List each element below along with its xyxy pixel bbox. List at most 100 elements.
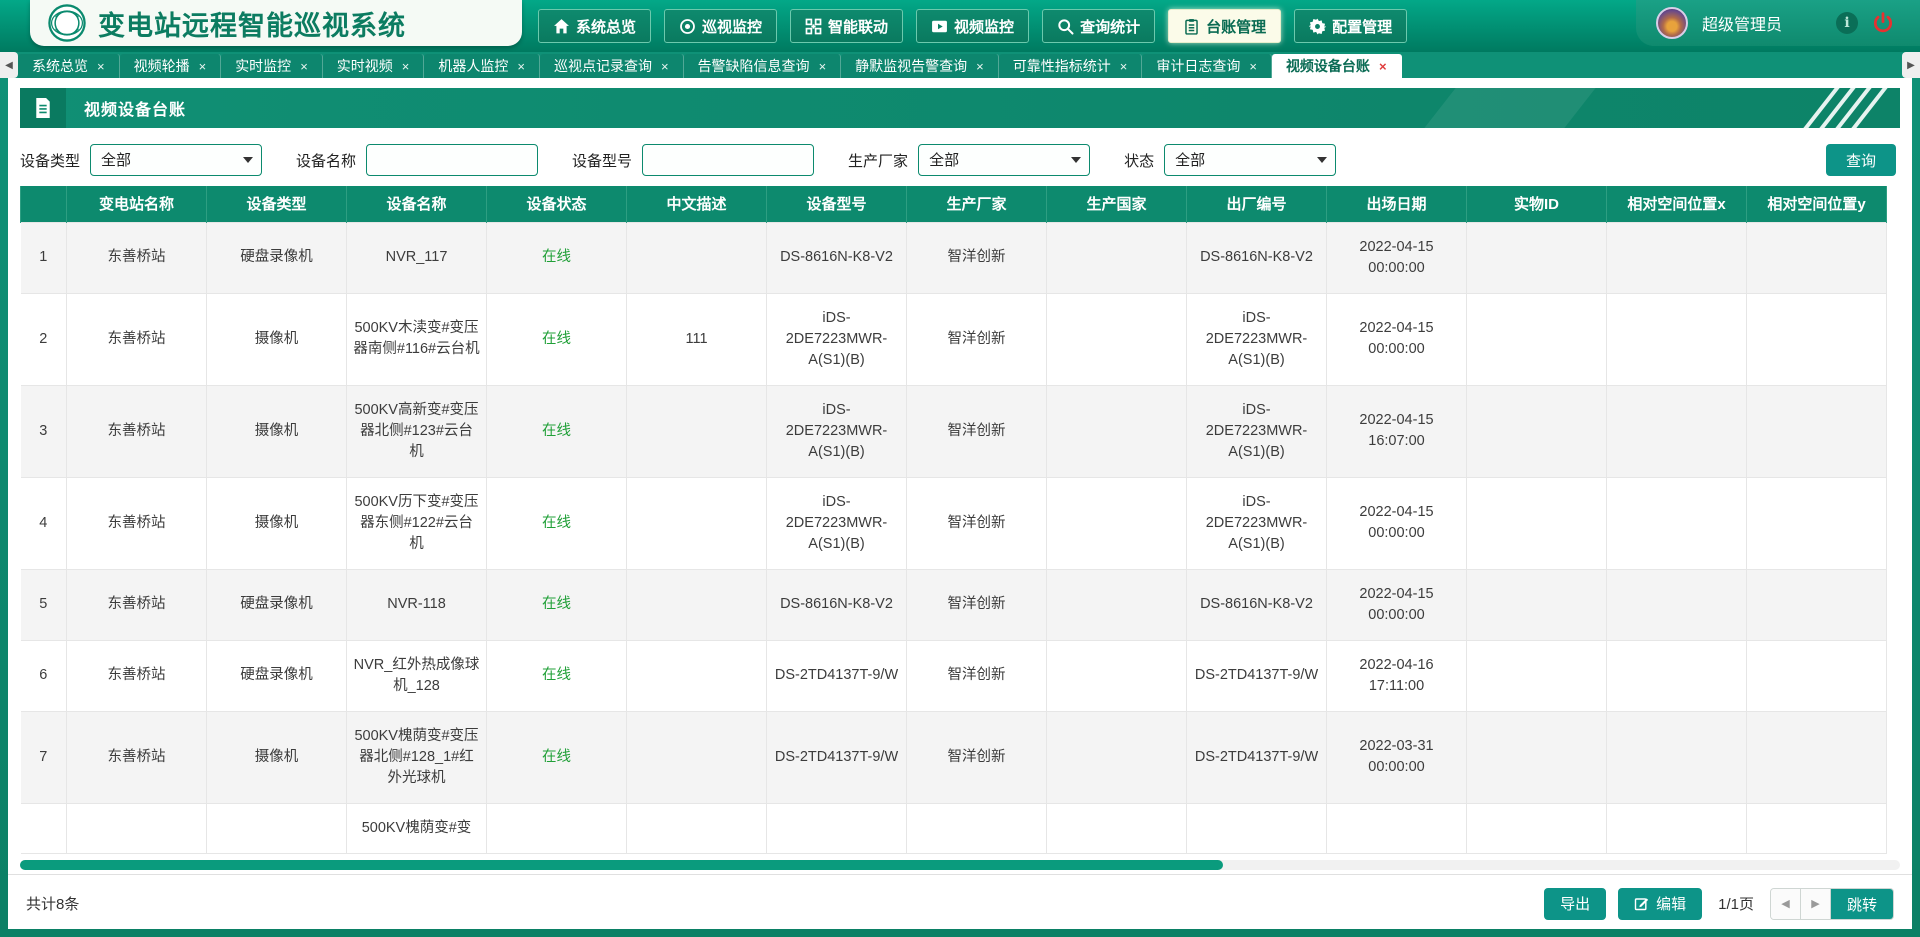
table-cell: 东善桥站	[67, 477, 207, 569]
tab-close-icon[interactable]: ×	[819, 60, 827, 73]
status-label: 状态	[1124, 150, 1154, 171]
table-cell	[627, 222, 767, 293]
table-cell: 在线	[487, 222, 627, 293]
tab-label: 实时监控	[235, 56, 291, 76]
tab-close-icon[interactable]: ×	[661, 60, 669, 73]
pager: ◀ ▶ 跳转	[1770, 888, 1894, 920]
table-cell: 500KV槐荫变#变	[347, 803, 487, 853]
table-cell	[1047, 569, 1187, 640]
column-header: 出厂编号	[1187, 186, 1327, 222]
table-cell: iDS-2DE7223MWR-A(S1)(B)	[767, 477, 907, 569]
table-cell: iDS-2DE7223MWR-A(S1)(B)	[767, 385, 907, 477]
tab-video-carousel[interactable]: 视频轮播×	[120, 54, 222, 78]
tab-close-icon[interactable]: ×	[97, 60, 105, 73]
table-row[interactable]: 3东善桥站摄像机500KV高新变#变压器北侧#123#云台机在线iDS-2DE7…	[21, 385, 1887, 477]
table-cell: 在线	[487, 293, 627, 385]
nav-system-overview[interactable]: 系统总览	[538, 9, 651, 43]
tab-robot-monitor[interactable]: 机器人监控 ×	[424, 54, 540, 78]
table-row[interactable]: 5东善桥站硬盘录像机NVR-118在线DS-8616N-K8-V2智洋创新DS-…	[21, 569, 1887, 640]
device-table: 变电站名称设备类型设备名称设备状态中文描述设备型号生产厂家生产国家出厂编号出场日…	[20, 186, 1887, 854]
jump-button[interactable]: 跳转	[1831, 889, 1893, 920]
info-icon[interactable]: i	[1836, 12, 1858, 34]
tab-label: 视频设备台账	[1286, 56, 1370, 76]
tab-alarm-defect-info[interactable]: 告警缺陷信息查询×	[684, 54, 842, 78]
table-cell: 硬盘录像机	[207, 640, 347, 711]
tab-close-icon[interactable]: ×	[976, 60, 984, 73]
horizontal-scrollbar	[20, 860, 1900, 870]
tab-close-icon[interactable]: ×	[1249, 60, 1257, 73]
tab-close-icon[interactable]: ×	[517, 60, 525, 73]
device-type-select[interactable]: 全部	[90, 144, 262, 176]
table-row[interactable]: 4东善桥站摄像机500KV历下变#变压器东侧#122#云台机在线iDS-2DE7…	[21, 477, 1887, 569]
nav-smart-linkage[interactable]: 智能联动	[790, 9, 903, 43]
device-type-label: 设备类型	[20, 150, 80, 171]
tab-scroll-right-icon[interactable]: ▶	[1902, 52, 1920, 78]
edit-button[interactable]: 编辑	[1618, 888, 1702, 920]
column-header: 中文描述	[627, 186, 767, 222]
export-button[interactable]: 导出	[1544, 888, 1606, 920]
tab-reliability-stats[interactable]: 可靠性指标统计 ×	[999, 54, 1143, 78]
table-cell	[627, 711, 767, 803]
video-icon	[931, 18, 948, 35]
next-page-icon[interactable]: ▶	[1801, 889, 1831, 919]
table-cell: DS-8616N-K8-V2	[1187, 222, 1327, 293]
tab-close-icon[interactable]: ×	[402, 60, 410, 73]
table-cell: 在线	[487, 711, 627, 803]
tab-label: 可靠性指标统计	[1013, 56, 1111, 76]
table-cell: 2022-04-16 17:11:00	[1327, 640, 1467, 711]
horizontal-scrollbar-thumb[interactable]	[20, 860, 1223, 870]
table-row[interactable]: 2东善桥站摄像机500KV木渎变#变压器南侧#116#云台机在线111iDS-2…	[21, 293, 1887, 385]
tab-inspection-point-records[interactable]: 巡视点记录查询×	[540, 54, 684, 78]
table-cell: 在线	[487, 569, 627, 640]
nav-query-statistics[interactable]: 查询统计	[1042, 9, 1155, 43]
table-cell: 4	[21, 477, 67, 569]
table-row[interactable]: 7东善桥站摄像机500KV槐荫变#变压器北侧#128_1#红外光球机在线DS-2…	[21, 711, 1887, 803]
nav-video-monitor[interactable]: 视频监控	[916, 9, 1029, 43]
device-table-viewport: 变电站名称设备类型设备名称设备状态中文描述设备型号生产厂家生产国家出厂编号出场日…	[20, 186, 1900, 858]
tab-video-device-ledger[interactable]: 视频设备台账 ×	[1272, 54, 1402, 78]
nav-inspection-monitor[interactable]: 巡视监控	[664, 9, 777, 43]
tab-close-icon[interactable]: ×	[1120, 60, 1128, 73]
table-cell: iDS-2DE7223MWR-A(S1)(B)	[767, 293, 907, 385]
tab-realtime-video[interactable]: 实时视频×	[323, 54, 425, 78]
nav-label: 配置管理	[1332, 16, 1392, 37]
page-title-bar: 视频设备台账	[20, 88, 1900, 128]
table-row[interactable]: 6东善桥站硬盘录像机NVR_红外热成像球机_128在线DS-2TD4137T-9…	[21, 640, 1887, 711]
table-cell	[1747, 385, 1887, 477]
table-cell	[1047, 222, 1187, 293]
tab-system-overview[interactable]: 系统总览×	[18, 54, 120, 78]
device-name-input[interactable]	[366, 144, 538, 176]
table-cell: 6	[21, 640, 67, 711]
table-cell	[907, 803, 1047, 853]
nav-label: 系统总览	[576, 16, 636, 37]
table-cell	[1607, 293, 1747, 385]
column-header: 设备型号	[767, 186, 907, 222]
query-button[interactable]: 查询	[1826, 144, 1896, 176]
tab-label: 机器人监控	[438, 56, 508, 76]
tab-realtime-monitor[interactable]: 实时监控 ×	[221, 54, 323, 78]
tab-audit-log[interactable]: 审计日志查询×	[1142, 54, 1272, 78]
table-cell: 东善桥站	[67, 293, 207, 385]
table-row[interactable]: 1东善桥站硬盘录像机NVR_117在线DS-8616N-K8-V2智洋创新DS-…	[21, 222, 1887, 293]
prev-page-icon[interactable]: ◀	[1771, 889, 1801, 919]
nav-label: 巡视监控	[702, 16, 762, 37]
tab-close-icon[interactable]: ×	[1379, 60, 1387, 73]
tab-close-icon[interactable]: ×	[300, 60, 308, 73]
status-select[interactable]: 全部	[1164, 144, 1336, 176]
table-cell: 2	[21, 293, 67, 385]
tab-silent-monitor-alarm[interactable]: 静默监视告警查询×	[841, 54, 999, 78]
table-cell: NVR-118	[347, 569, 487, 640]
power-icon[interactable]	[1872, 12, 1894, 34]
tab-scroll-left-icon[interactable]: ◀	[0, 52, 18, 78]
table-cell: 智洋创新	[907, 569, 1047, 640]
column-header: 设备状态	[487, 186, 627, 222]
table-cell	[1607, 640, 1747, 711]
nav-ledger-management[interactable]: 台账管理	[1168, 9, 1281, 43]
table-row[interactable]: 500KV槐荫变#变	[21, 803, 1887, 853]
avatar[interactable]	[1656, 7, 1688, 39]
manufacturer-select[interactable]: 全部	[918, 144, 1090, 176]
device-model-input[interactable]	[642, 144, 814, 176]
nav-config-management[interactable]: 配置管理	[1294, 9, 1407, 43]
tab-close-icon[interactable]: ×	[199, 60, 207, 73]
table-cell	[1467, 640, 1607, 711]
